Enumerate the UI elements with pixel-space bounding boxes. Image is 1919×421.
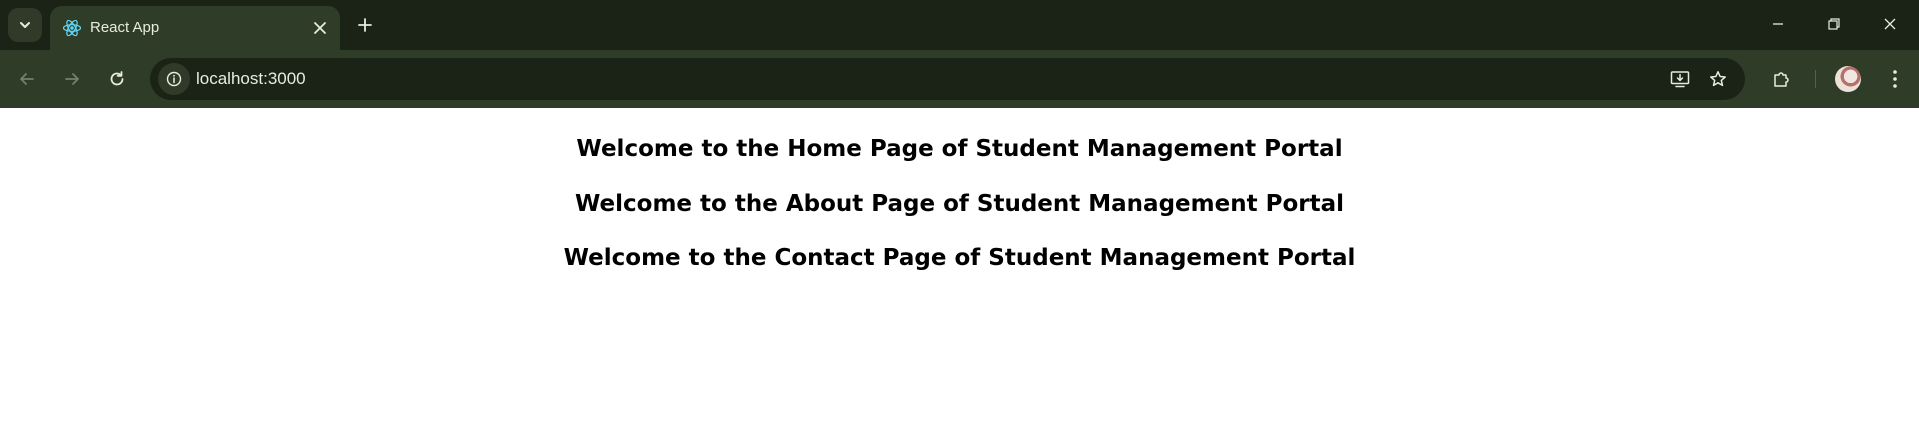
- page-content: Welcome to the Home Page of Student Mana…: [0, 108, 1919, 421]
- plus-icon: [358, 18, 372, 32]
- kebab-menu-icon: [1893, 70, 1897, 88]
- new-tab-button[interactable]: [350, 10, 380, 40]
- url-text[interactable]: localhost:3000: [196, 68, 306, 90]
- home-heading: Welcome to the Home Page of Student Mana…: [576, 136, 1343, 162]
- site-info-button[interactable]: [158, 63, 190, 95]
- restore-icon: [1828, 18, 1840, 30]
- avatar[interactable]: [1835, 66, 1861, 92]
- contact-heading: Welcome to the Contact Page of Student M…: [563, 245, 1356, 271]
- forward-button[interactable]: [55, 62, 89, 96]
- info-icon: [166, 71, 182, 87]
- tab-react-app[interactable]: React App: [50, 6, 340, 50]
- arrow-left-icon: [20, 73, 34, 85]
- minimize-icon: [1773, 23, 1783, 25]
- close-tab-button[interactable]: [308, 16, 332, 40]
- address-bar[interactable]: localhost:3000: [150, 58, 1745, 100]
- browser-toolbar: localhost:3000: [0, 50, 1919, 108]
- toolbar-divider: [1815, 70, 1816, 88]
- tab-search-button[interactable]: [8, 8, 42, 42]
- reload-icon: [110, 71, 124, 86]
- reload-button[interactable]: [100, 62, 134, 96]
- close-icon: [314, 22, 326, 34]
- tab-title: React App: [90, 19, 160, 36]
- react-icon: [62, 19, 82, 37]
- close-icon: [1884, 18, 1896, 30]
- star-icon: [1710, 71, 1726, 87]
- about-heading: Welcome to the About Page of Student Man…: [575, 191, 1344, 217]
- chevron-down-icon: [20, 22, 30, 28]
- arrow-right-icon: [65, 73, 79, 85]
- minimize-button[interactable]: [1758, 8, 1798, 40]
- restore-button[interactable]: [1814, 8, 1854, 40]
- extensions-button[interactable]: [1765, 62, 1799, 96]
- install-icon: [1670, 71, 1690, 88]
- back-button[interactable]: [10, 62, 44, 96]
- browser-menu-button[interactable]: [1878, 62, 1912, 96]
- bookmark-button[interactable]: [1703, 64, 1733, 94]
- tab-strip: React App: [0, 0, 1919, 50]
- install-app-button[interactable]: [1665, 64, 1695, 94]
- puzzle-icon: [1774, 72, 1789, 87]
- close-window-button[interactable]: [1870, 8, 1910, 40]
